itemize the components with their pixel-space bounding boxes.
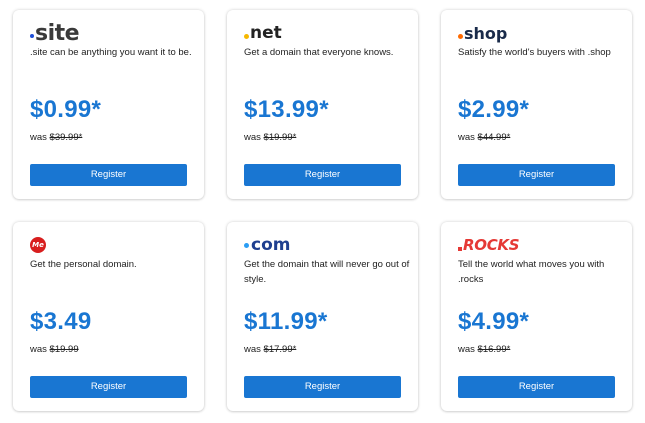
site-description: .site can be anything you want it to be. (30, 47, 192, 58)
com-was-price: was $17.99* (244, 344, 296, 355)
old-price: $19.99* (263, 132, 297, 143)
com-description: Get the domain that will never go out of… (244, 259, 410, 285)
net-logo-text: net (250, 23, 282, 43)
old-price: $39.99* (49, 132, 83, 143)
com-logo-text: com (251, 235, 291, 255)
domain-card-me: Me Get the personal domain. $3.49 was $1… (13, 222, 204, 411)
shop-price: $2.99* (458, 96, 530, 123)
me-price: $3.49 (30, 308, 92, 335)
shop-was-price: was $44.99* (458, 132, 510, 143)
rocks-description: Tell the world what moves you with .rock… (458, 259, 605, 285)
me-logo: Me (30, 234, 46, 256)
site-was-price: was $39.99* (30, 132, 82, 143)
com-logo-dot (244, 242, 249, 248)
me-was-price: was $19.99 (30, 344, 79, 355)
domain-card-net: net Get a domain that everyone knows. $1… (227, 10, 418, 199)
register-button-rocks[interactable]: Register (458, 376, 615, 398)
rocks-was-price: was $16.99* (458, 344, 510, 355)
register-button-site[interactable]: Register (30, 164, 187, 186)
old-price: $19.99 (49, 344, 79, 355)
register-button-me[interactable]: Register (30, 376, 187, 398)
net-description: Get a domain that everyone knows. (244, 47, 394, 58)
site-price: $0.99* (30, 96, 102, 123)
me-logo-badge: Me (30, 237, 46, 253)
shop-description: Satisfy the world's buyers with .shop (458, 47, 611, 58)
rocks-price: $4.99* (458, 308, 530, 335)
old-price: $17.99* (263, 344, 297, 355)
domain-card-shop: shop Satisfy the world's buyers with .sh… (441, 10, 632, 199)
net-logo: net (244, 22, 282, 44)
com-price: $11.99* (244, 308, 328, 335)
old-price: $16.99* (477, 344, 511, 355)
was-label: was (30, 344, 47, 355)
net-was-price: was $19.99* (244, 132, 296, 143)
register-button-net[interactable]: Register (244, 164, 401, 186)
register-button-com[interactable]: Register (244, 376, 401, 398)
old-price: $44.99* (477, 132, 511, 143)
was-label: was (458, 132, 475, 143)
rocks-logo: ROCKS (458, 234, 520, 256)
net-price: $13.99* (244, 96, 329, 123)
domain-card-site: site .site can be anything you want it t… (13, 10, 204, 199)
net-logo-dot (244, 34, 249, 39)
site-logo-text: site (35, 20, 80, 46)
domain-card-rocks: ROCKS Tell the world what moves you with… (441, 222, 632, 411)
shop-logo-dot (458, 34, 463, 39)
domain-card-com: com Get the domain that will never go ou… (227, 222, 418, 411)
shop-logo: shop (458, 22, 507, 44)
shop-logo-text: shop (464, 23, 508, 43)
register-button-shop[interactable]: Register (458, 164, 615, 186)
was-label: was (458, 344, 475, 355)
was-label: was (244, 132, 261, 143)
com-logo: com (244, 234, 290, 256)
domain-offers-grid: site .site can be anything you want it t… (0, 0, 645, 423)
me-description: Get the personal domain. (30, 259, 137, 270)
was-label: was (30, 132, 47, 143)
rocks-logo-text: ROCKS (463, 236, 520, 254)
site-logo-dot (30, 34, 34, 38)
rocks-logo-dot (458, 247, 462, 251)
site-logo: site (30, 20, 80, 46)
was-label: was (244, 344, 261, 355)
